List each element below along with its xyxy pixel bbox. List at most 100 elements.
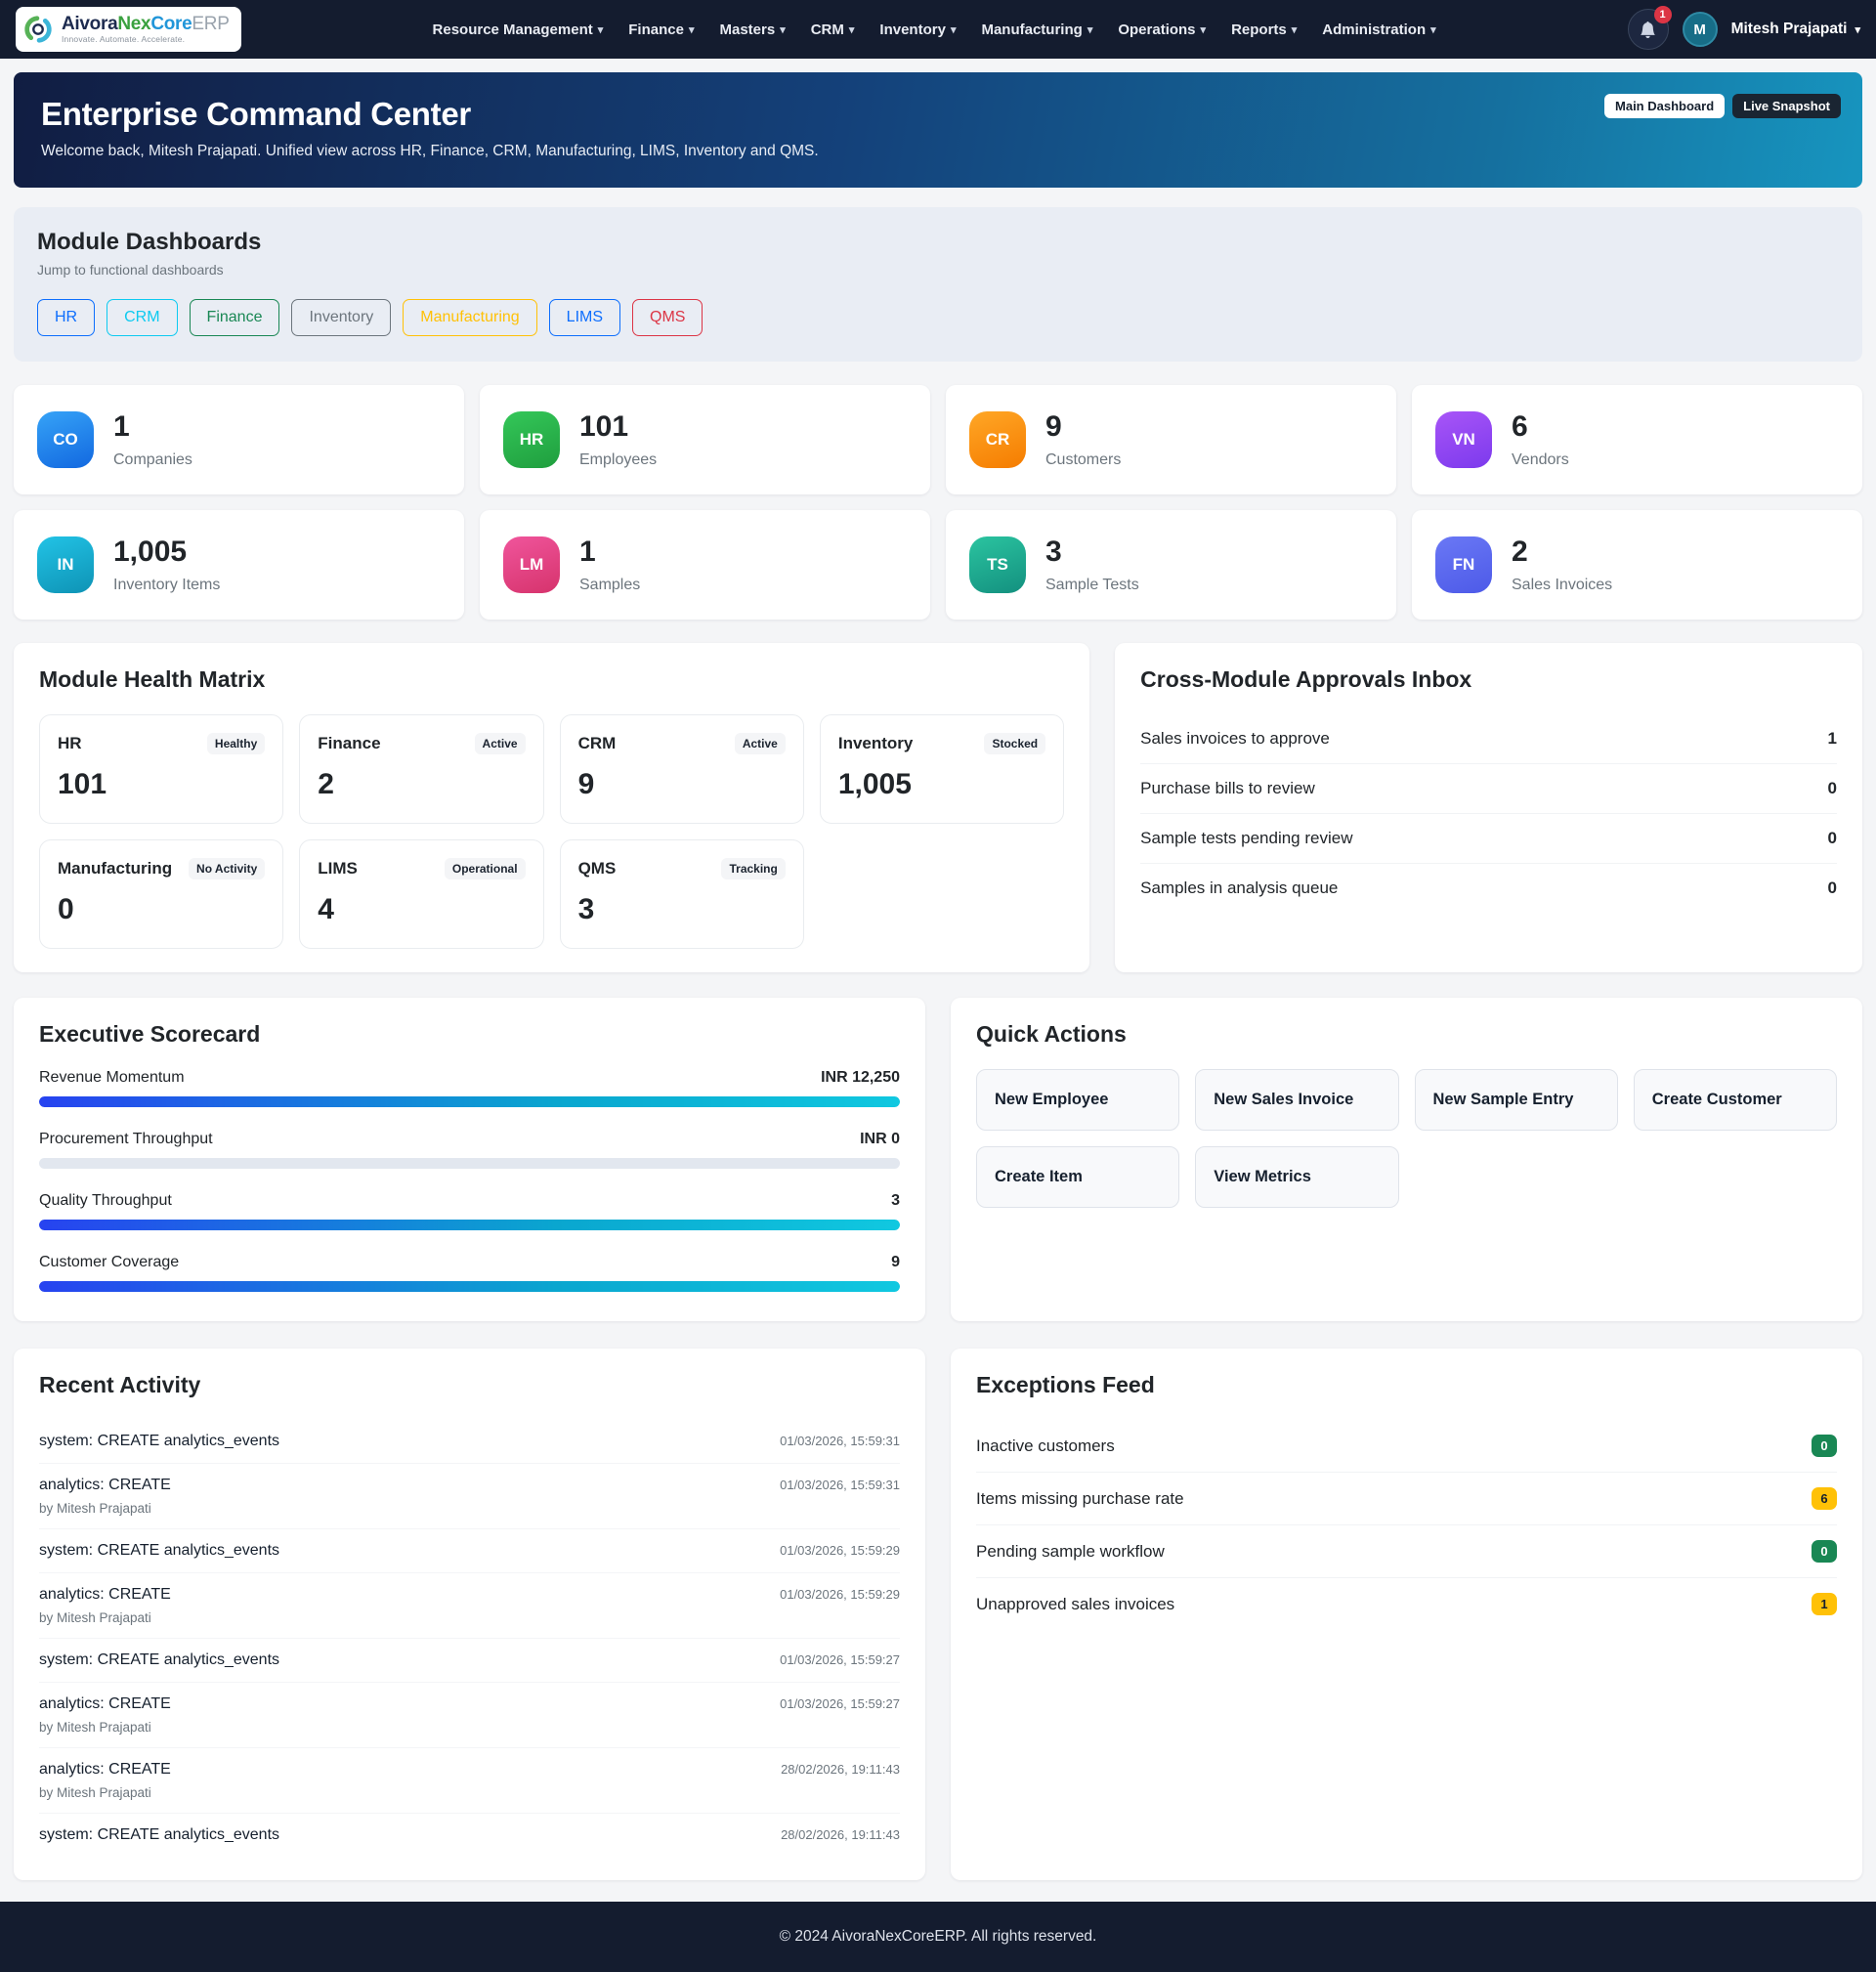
- activity-text: analytics: CREATE: [39, 1477, 171, 1494]
- approval-row-sales-invoices[interactable]: Sales invoices to approve 1: [1140, 714, 1837, 764]
- menu-label: Manufacturing: [981, 21, 1082, 38]
- new-employee-button[interactable]: New Employee: [976, 1069, 1179, 1131]
- brand-core: Core: [150, 14, 192, 34]
- stat-card-inventory-items[interactable]: IN 1,005Inventory Items: [14, 510, 464, 620]
- stat-card-companies[interactable]: CO 1Companies: [14, 385, 464, 494]
- stat-value: 3: [1045, 536, 1139, 568]
- activity-timestamp: 01/03/2026, 15:59:31: [780, 1434, 900, 1448]
- activity-item: analytics: CREATE01/03/2026, 15:59:27 by…: [39, 1683, 900, 1748]
- exception-row-pending-sample-workflow[interactable]: Pending sample workflow 0: [976, 1525, 1837, 1578]
- menu-inventory[interactable]: Inventory▾: [879, 21, 956, 38]
- main-menu: Resource Management▾ Finance▾ Masters▾ C…: [265, 21, 1604, 38]
- progress-track: [39, 1220, 900, 1230]
- activity-item: analytics: CREATE28/02/2026, 19:11:43 by…: [39, 1748, 900, 1814]
- caret-down-icon: ▾: [1201, 23, 1207, 36]
- stat-card-sales-invoices[interactable]: FN 2Sales Invoices: [1412, 510, 1862, 620]
- new-sample-entry-button[interactable]: New Sample Entry: [1415, 1069, 1618, 1131]
- notifications-button[interactable]: 1: [1628, 9, 1669, 50]
- page-title: Enterprise Command Center: [41, 96, 1835, 133]
- health-approvals-row: Module Health Matrix HRHealthy 101 Finan…: [14, 643, 1862, 972]
- menu-resource-management[interactable]: Resource Management▾: [433, 21, 604, 38]
- health-cell-crm: CRMActive 9: [560, 714, 804, 824]
- menu-masters[interactable]: Masters▾: [719, 21, 785, 38]
- stat-card-customers[interactable]: CR 9Customers: [946, 385, 1396, 494]
- activity-item: system: CREATE analytics_events 28/02/202…: [39, 1814, 900, 1857]
- brand-logo[interactable]: AivoraNexCoreERP Innovate. Automate. Acc…: [16, 7, 241, 52]
- user-menu[interactable]: Mitesh Prajapati ▾: [1731, 21, 1860, 38]
- view-metrics-button[interactable]: View Metrics: [1195, 1146, 1398, 1208]
- activity-item: analytics: CREATE01/03/2026, 15:59:31 by…: [39, 1464, 900, 1529]
- vendors-icon: VN: [1435, 411, 1492, 468]
- stat-card-vendors[interactable]: VN 6Vendors: [1412, 385, 1862, 494]
- stat-card-samples[interactable]: LM 1Samples: [480, 510, 930, 620]
- health-cell-manufacturing: ManufacturingNo Activity 0: [39, 839, 283, 949]
- caret-down-icon: ▾: [780, 23, 786, 36]
- module-dashboards-title: Module Dashboards: [37, 229, 1839, 256]
- stat-label: Samples: [579, 577, 640, 594]
- stat-cards-row-2: IN 1,005Inventory Items LM 1Samples TS 3…: [14, 510, 1862, 620]
- metric-quality-throughput: Quality Throughput3: [39, 1192, 900, 1230]
- qms-dashboard-button[interactable]: QMS: [632, 299, 703, 336]
- progress-fill: [39, 1096, 900, 1107]
- hr-dashboard-button[interactable]: HR: [37, 299, 95, 336]
- finance-dashboard-button[interactable]: Finance: [190, 299, 280, 336]
- activity-text: system: CREATE analytics_events: [39, 1826, 279, 1844]
- approval-label: Sales invoices to approve: [1140, 729, 1330, 749]
- menu-administration[interactable]: Administration▾: [1322, 21, 1435, 38]
- metric-label: Revenue Momentum: [39, 1069, 185, 1087]
- module-name: HR: [58, 734, 82, 753]
- metric-revenue-momentum: Revenue MomentumINR 12,250: [39, 1069, 900, 1107]
- approval-row-sample-tests[interactable]: Sample tests pending review 0: [1140, 814, 1837, 864]
- quick-actions-grid: New Employee New Sales Invoice New Sampl…: [976, 1069, 1837, 1208]
- menu-manufacturing[interactable]: Manufacturing▾: [981, 21, 1092, 38]
- lims-dashboard-button[interactable]: LIMS: [549, 299, 620, 336]
- approval-count: 0: [1828, 879, 1837, 898]
- inventory-dashboard-button[interactable]: Inventory: [291, 299, 391, 336]
- menu-crm[interactable]: CRM▾: [811, 21, 855, 38]
- menu-finance[interactable]: Finance▾: [628, 21, 694, 38]
- exception-row-inactive-customers[interactable]: Inactive customers 0: [976, 1420, 1837, 1473]
- stat-label: Companies: [113, 451, 192, 469]
- approvals-title: Cross-Module Approvals Inbox: [1140, 666, 1837, 693]
- new-sales-invoice-button[interactable]: New Sales Invoice: [1195, 1069, 1398, 1131]
- stat-card-sample-tests[interactable]: TS 3Sample Tests: [946, 510, 1396, 620]
- activity-timestamp: 28/02/2026, 19:11:43: [781, 1827, 900, 1842]
- metric-label: Customer Coverage: [39, 1254, 179, 1271]
- exception-label: Items missing purchase rate: [976, 1489, 1184, 1509]
- module-health-matrix-card: Module Health Matrix HRHealthy 101 Finan…: [14, 643, 1089, 972]
- approval-label: Purchase bills to review: [1140, 779, 1315, 798]
- recent-activity-card: Recent Activity system: CREATE analytics…: [14, 1349, 925, 1880]
- stat-label: Sales Invoices: [1512, 577, 1612, 594]
- stat-card-employees[interactable]: HR 101Employees: [480, 385, 930, 494]
- create-item-button[interactable]: Create Item: [976, 1146, 1179, 1208]
- sales-invoices-icon: FN: [1435, 536, 1492, 593]
- menu-operations[interactable]: Operations▾: [1118, 21, 1206, 38]
- crm-dashboard-button[interactable]: CRM: [107, 299, 177, 336]
- customers-icon: CR: [969, 411, 1026, 468]
- status-badge: Active: [735, 733, 786, 754]
- approval-row-samples-queue[interactable]: Samples in analysis queue 0: [1140, 864, 1837, 913]
- stat-cards-row-1: CO 1Companies HR 101Employees CR 9Custom…: [14, 385, 1862, 494]
- user-name-label: Mitesh Prajapati: [1731, 21, 1848, 38]
- menu-reports[interactable]: Reports▾: [1231, 21, 1297, 38]
- exception-label: Inactive customers: [976, 1436, 1115, 1456]
- brand-erp: ERP: [192, 14, 229, 34]
- exception-label: Pending sample workflow: [976, 1542, 1165, 1562]
- approval-row-purchase-bills[interactable]: Purchase bills to review 0: [1140, 764, 1837, 814]
- metric-procurement-throughput: Procurement ThroughputINR 0: [39, 1131, 900, 1169]
- create-customer-button[interactable]: Create Customer: [1634, 1069, 1837, 1131]
- activity-text: analytics: CREATE: [39, 1695, 171, 1713]
- exception-row-missing-purchase-rate[interactable]: Items missing purchase rate 6: [976, 1473, 1837, 1525]
- module-value: 4: [318, 893, 525, 926]
- footer: © 2024 AivoraNexCoreERP. All rights rese…: [0, 1902, 1876, 1972]
- manufacturing-dashboard-button[interactable]: Manufacturing: [403, 299, 536, 336]
- progress-track: [39, 1096, 900, 1107]
- activity-item: system: CREATE analytics_events01/03/202…: [39, 1639, 900, 1683]
- user-avatar[interactable]: M: [1683, 12, 1718, 47]
- activity-item: system: CREATE analytics_events01/03/202…: [39, 1420, 900, 1464]
- brand-text: AivoraNexCoreERP Innovate. Automate. Acc…: [62, 15, 230, 44]
- bell-icon: [1640, 21, 1656, 38]
- exception-row-unapproved-sales-invoices[interactable]: Unapproved sales invoices 1: [976, 1578, 1837, 1630]
- progress-fill: [39, 1281, 900, 1292]
- approvals-inbox-card: Cross-Module Approvals Inbox Sales invoi…: [1115, 643, 1862, 972]
